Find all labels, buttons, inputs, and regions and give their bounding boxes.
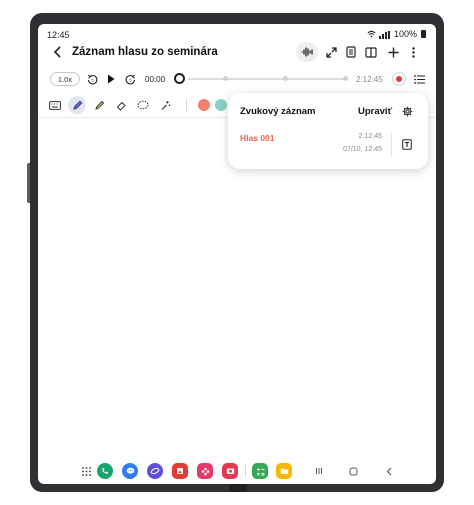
- flower-icon: [201, 467, 209, 475]
- phone-app[interactable]: [97, 463, 113, 479]
- apps-grid-button[interactable]: [78, 463, 94, 479]
- calculator-app[interactable]: [252, 463, 268, 479]
- camera-icon: [226, 468, 234, 474]
- wifi-icon: [367, 30, 376, 38]
- pen-tool[interactable]: [68, 96, 86, 114]
- waveform-icon: [301, 47, 313, 57]
- back-button[interactable]: [50, 44, 66, 60]
- gear-icon: [402, 106, 412, 116]
- apps-grid-icon: [81, 466, 91, 476]
- bookmark-marker[interactable]: [343, 76, 348, 81]
- waveform-button[interactable]: [296, 42, 318, 62]
- progress-track[interactable]: [188, 78, 348, 80]
- signal-icon: [378, 29, 391, 39]
- rewind-icon: 5: [87, 74, 97, 84]
- device-hinge: [229, 484, 247, 492]
- bottom-dock: [38, 461, 436, 483]
- current-time: 00:00: [145, 75, 166, 84]
- expand-button[interactable]: [322, 43, 340, 61]
- panel-title: Zvukový záznam: [240, 106, 316, 117]
- magic-tool[interactable]: [156, 96, 174, 114]
- more-button[interactable]: [406, 43, 420, 61]
- highlighter-icon: [94, 100, 104, 110]
- play-button[interactable]: [104, 72, 118, 86]
- bookmark-marker[interactable]: [223, 76, 228, 81]
- nav-back-button[interactable]: [381, 463, 397, 479]
- recents-button[interactable]: [311, 463, 327, 479]
- add-icon: [388, 47, 398, 57]
- lasso-icon: [137, 100, 149, 109]
- bookmark-marker[interactable]: [283, 76, 288, 81]
- drawing-toolbar: [44, 96, 234, 114]
- status-time: 12:45: [47, 30, 70, 40]
- page-view-icon: [346, 46, 356, 58]
- messages-app[interactable]: [122, 463, 138, 479]
- keyboard-icon: [49, 100, 61, 110]
- recordings-panel: Zvukový záznam Upraviť Hlas 001 2:12:45 …: [228, 93, 428, 169]
- recordings-list-button[interactable]: [412, 72, 426, 86]
- note-canvas[interactable]: [38, 118, 436, 461]
- highlighter-tool[interactable]: [90, 96, 108, 114]
- phone-icon: [102, 468, 108, 474]
- keyboard-tool[interactable]: [46, 96, 64, 114]
- book-view-icon: [365, 46, 377, 58]
- gallery-app[interactable]: [172, 463, 188, 479]
- edit-button[interactable]: Upraviť: [358, 106, 392, 117]
- battery-text: 100%: [393, 29, 417, 39]
- flower-app[interactable]: [197, 463, 213, 479]
- add-button[interactable]: [384, 43, 402, 61]
- files-icon: [280, 468, 288, 474]
- toolbar-divider: [186, 99, 187, 111]
- home-button[interactable]: [345, 463, 361, 479]
- color-swatch-salmon[interactable]: [198, 99, 210, 111]
- recents-icon: [316, 468, 322, 474]
- expand-icon: [325, 46, 337, 58]
- back-icon: [53, 46, 61, 58]
- recording-date: 07/10, 12:45: [343, 146, 382, 153]
- svg-text:5: 5: [91, 77, 94, 82]
- screen: 12:45 100% Záznam hlasu zo seminára 1.0x…: [38, 24, 436, 484]
- svg-text:5: 5: [129, 77, 132, 82]
- status-icons: 100%: [367, 29, 426, 39]
- page-view-button[interactable]: [342, 43, 360, 61]
- dock-divider: [245, 465, 246, 477]
- eraser-tool[interactable]: [112, 96, 130, 114]
- page-title: Záznam hlasu zo seminára: [72, 46, 218, 58]
- files-app[interactable]: [276, 463, 292, 479]
- battery-icon: [421, 30, 426, 38]
- internet-app[interactable]: [147, 463, 163, 479]
- lasso-tool[interactable]: [134, 96, 152, 114]
- transcribe-button[interactable]: [400, 137, 414, 151]
- home-icon: [349, 467, 357, 475]
- forward-icon: 5: [125, 74, 135, 84]
- transcript-icon: [402, 138, 412, 150]
- recording-name: Hlas 001: [240, 133, 275, 143]
- recording-separator: [391, 133, 392, 157]
- playback-speed-button[interactable]: 1.0x: [50, 72, 80, 86]
- more-icon: [411, 46, 415, 58]
- record-button[interactable]: [392, 72, 406, 86]
- pen-icon: [72, 100, 82, 110]
- forward-button[interactable]: 5: [123, 72, 137, 86]
- rewind-button[interactable]: 5: [85, 72, 99, 86]
- calculator-icon: [256, 467, 264, 476]
- color-swatch-teal[interactable]: [215, 99, 227, 111]
- settings-button[interactable]: [400, 104, 414, 118]
- audio-player: 1.0x 5 5 00:00 2:12:45: [50, 70, 428, 88]
- magic-icon: [161, 100, 170, 110]
- list-icon: [413, 74, 425, 84]
- back-nav-icon: [386, 467, 392, 475]
- total-time: 2:12:45: [356, 75, 383, 84]
- gallery-icon: [177, 468, 183, 474]
- camera-app[interactable]: [222, 463, 238, 479]
- internet-icon: [150, 467, 160, 475]
- progress-knob[interactable]: [174, 73, 185, 84]
- play-icon: [108, 74, 115, 84]
- record-icon: [396, 76, 402, 82]
- book-view-button[interactable]: [362, 43, 380, 61]
- recording-duration: 2:12:45: [358, 133, 382, 140]
- messages-icon: [126, 467, 134, 474]
- eraser-icon: [116, 101, 126, 111]
